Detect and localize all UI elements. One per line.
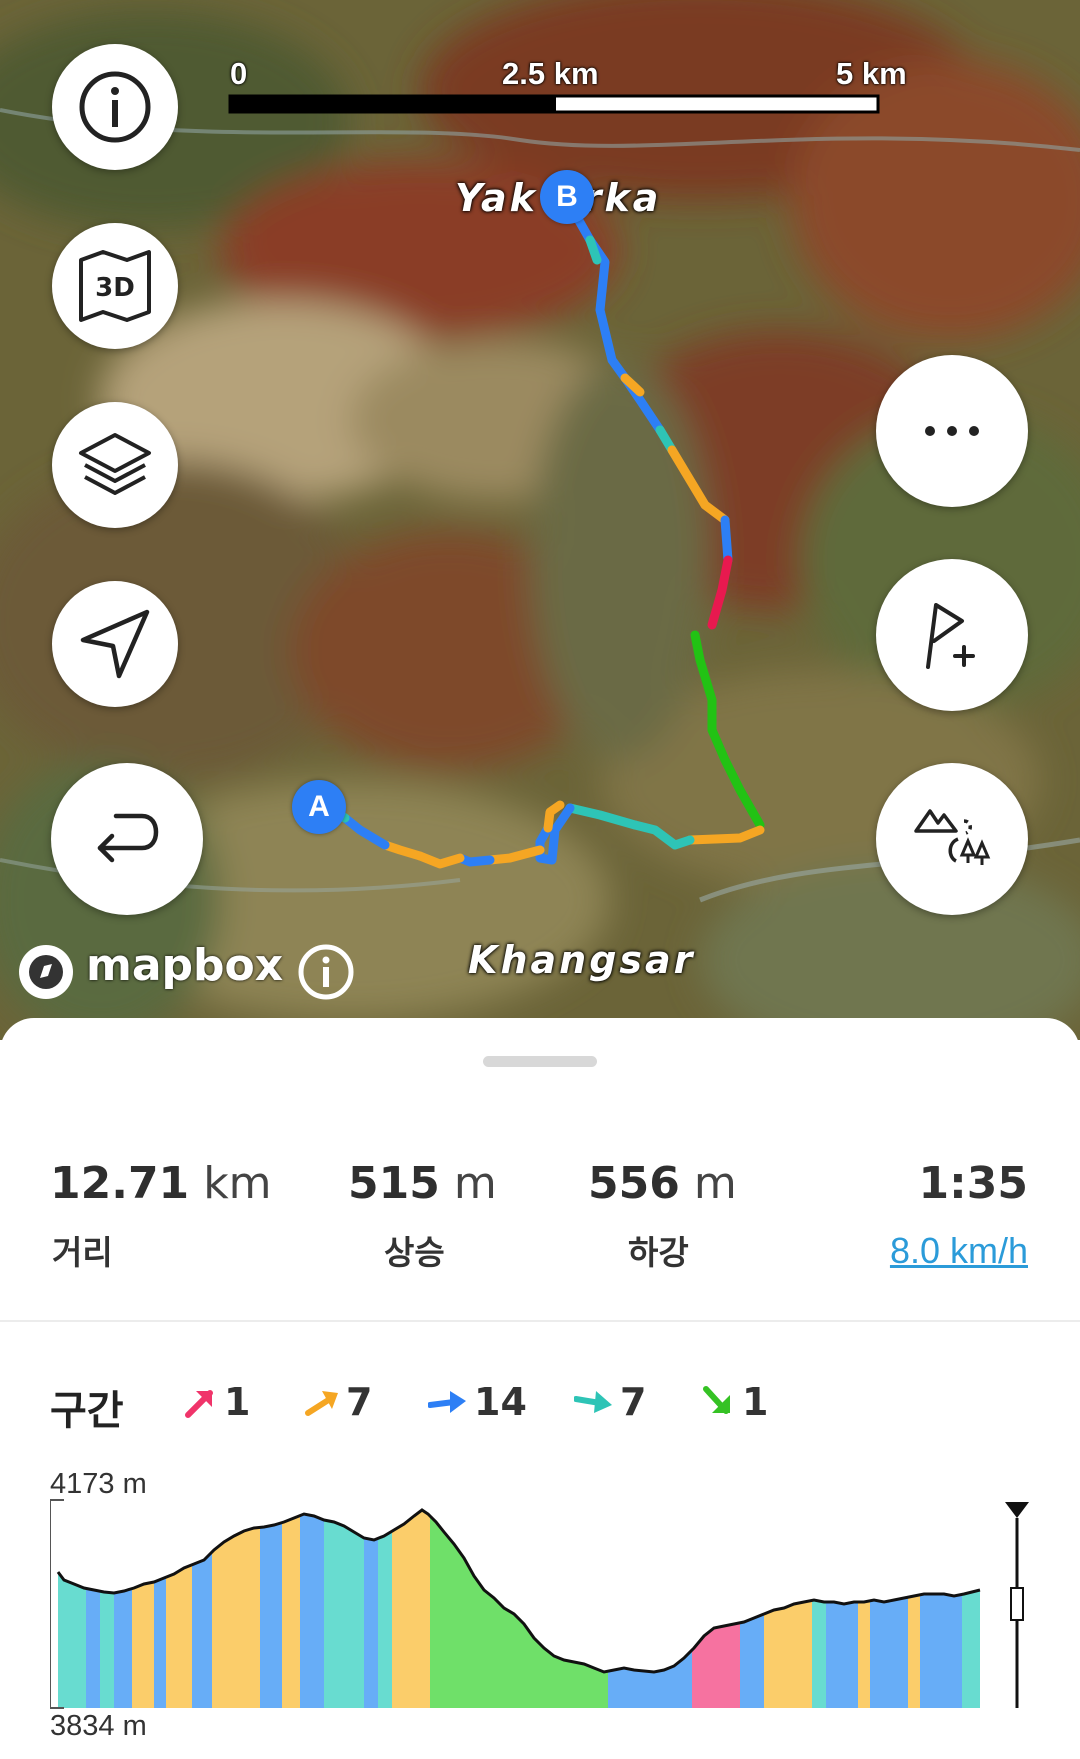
return-route-icon — [97, 813, 159, 863]
scale-label-mid: 2.5 km — [502, 56, 599, 91]
segment-steep-up: 1 — [184, 1380, 250, 1424]
distance-label: 거리 — [52, 1233, 113, 1272]
3d-map-icon-label: 3D — [95, 273, 135, 303]
layers-icon — [79, 433, 151, 495]
steep-up-arrow-icon — [185, 1390, 213, 1418]
location-arrow-icon — [80, 609, 150, 679]
3d-map-button[interactable]: 3D — [52, 223, 178, 349]
add-waypoint-icon — [926, 603, 975, 669]
3d-map-icon: 3D — [79, 250, 151, 322]
ascent-label: 상승 — [384, 1233, 445, 1272]
points-of-interest-button[interactable] — [876, 763, 1028, 915]
position-cursor-icon[interactable] — [1005, 1502, 1029, 1518]
segments-title: 구간 — [50, 1388, 124, 1434]
descent-label: 하강 — [628, 1233, 689, 1272]
route-end-marker[interactable]: B — [540, 170, 594, 224]
map-view[interactable]: 0 2.5 km 5 km Yak arka Khangsar B A 3D m… — [0, 0, 1080, 1040]
scale-label-zero: 0 — [230, 56, 248, 91]
duration-value: 1:35 — [918, 1158, 1028, 1209]
segment-up: 7 — [304, 1380, 372, 1424]
speed-link[interactable]: 8.0 km/h — [890, 1230, 1028, 1272]
elevation-max-label: 4173 m — [50, 1468, 147, 1500]
route-start-marker[interactable]: A — [292, 780, 346, 834]
scale-label-max: 5 km — [836, 56, 907, 91]
add-waypoint-button[interactable] — [876, 559, 1028, 711]
poi-icon — [914, 809, 991, 865]
sheet-drag-handle[interactable] — [483, 1056, 597, 1067]
mapbox-logo-icon — [19, 945, 73, 999]
attribution-info-icon[interactable] — [296, 942, 356, 1002]
place-label-khangsar: Khangsar — [468, 938, 696, 982]
segment-flat: 14 — [428, 1380, 527, 1424]
flat-arrow-icon — [428, 1391, 466, 1413]
slight-down-arrow-icon — [574, 1391, 612, 1413]
steep-down-arrow-icon — [703, 1386, 730, 1414]
up-arrow-icon — [305, 1391, 338, 1416]
info-button[interactable] — [52, 44, 178, 170]
position-cursor-handle[interactable] — [1010, 1587, 1024, 1621]
mapbox-wordmark: mapbox — [86, 940, 284, 991]
section-divider — [0, 1320, 1080, 1322]
layers-button[interactable] — [52, 402, 178, 528]
segment-slight-down: 7 — [574, 1380, 646, 1424]
locate-me-button[interactable] — [52, 581, 178, 707]
ascent-value: 515 m — [348, 1158, 497, 1209]
more-options-button[interactable] — [876, 355, 1028, 507]
distance-value: 12.71 km — [50, 1158, 272, 1209]
more-icon — [925, 426, 979, 436]
descent-value: 556 m — [588, 1158, 737, 1209]
info-icon — [79, 71, 151, 143]
elevation-profile-chart[interactable] — [50, 1498, 1030, 1728]
route-details-sheet: 12.71 km 거리 515 m 상승 556 m 하강 1:35 8.0 k… — [0, 1018, 1080, 1759]
segment-steep-down: 1 — [702, 1380, 768, 1424]
return-route-button[interactable] — [51, 763, 203, 915]
